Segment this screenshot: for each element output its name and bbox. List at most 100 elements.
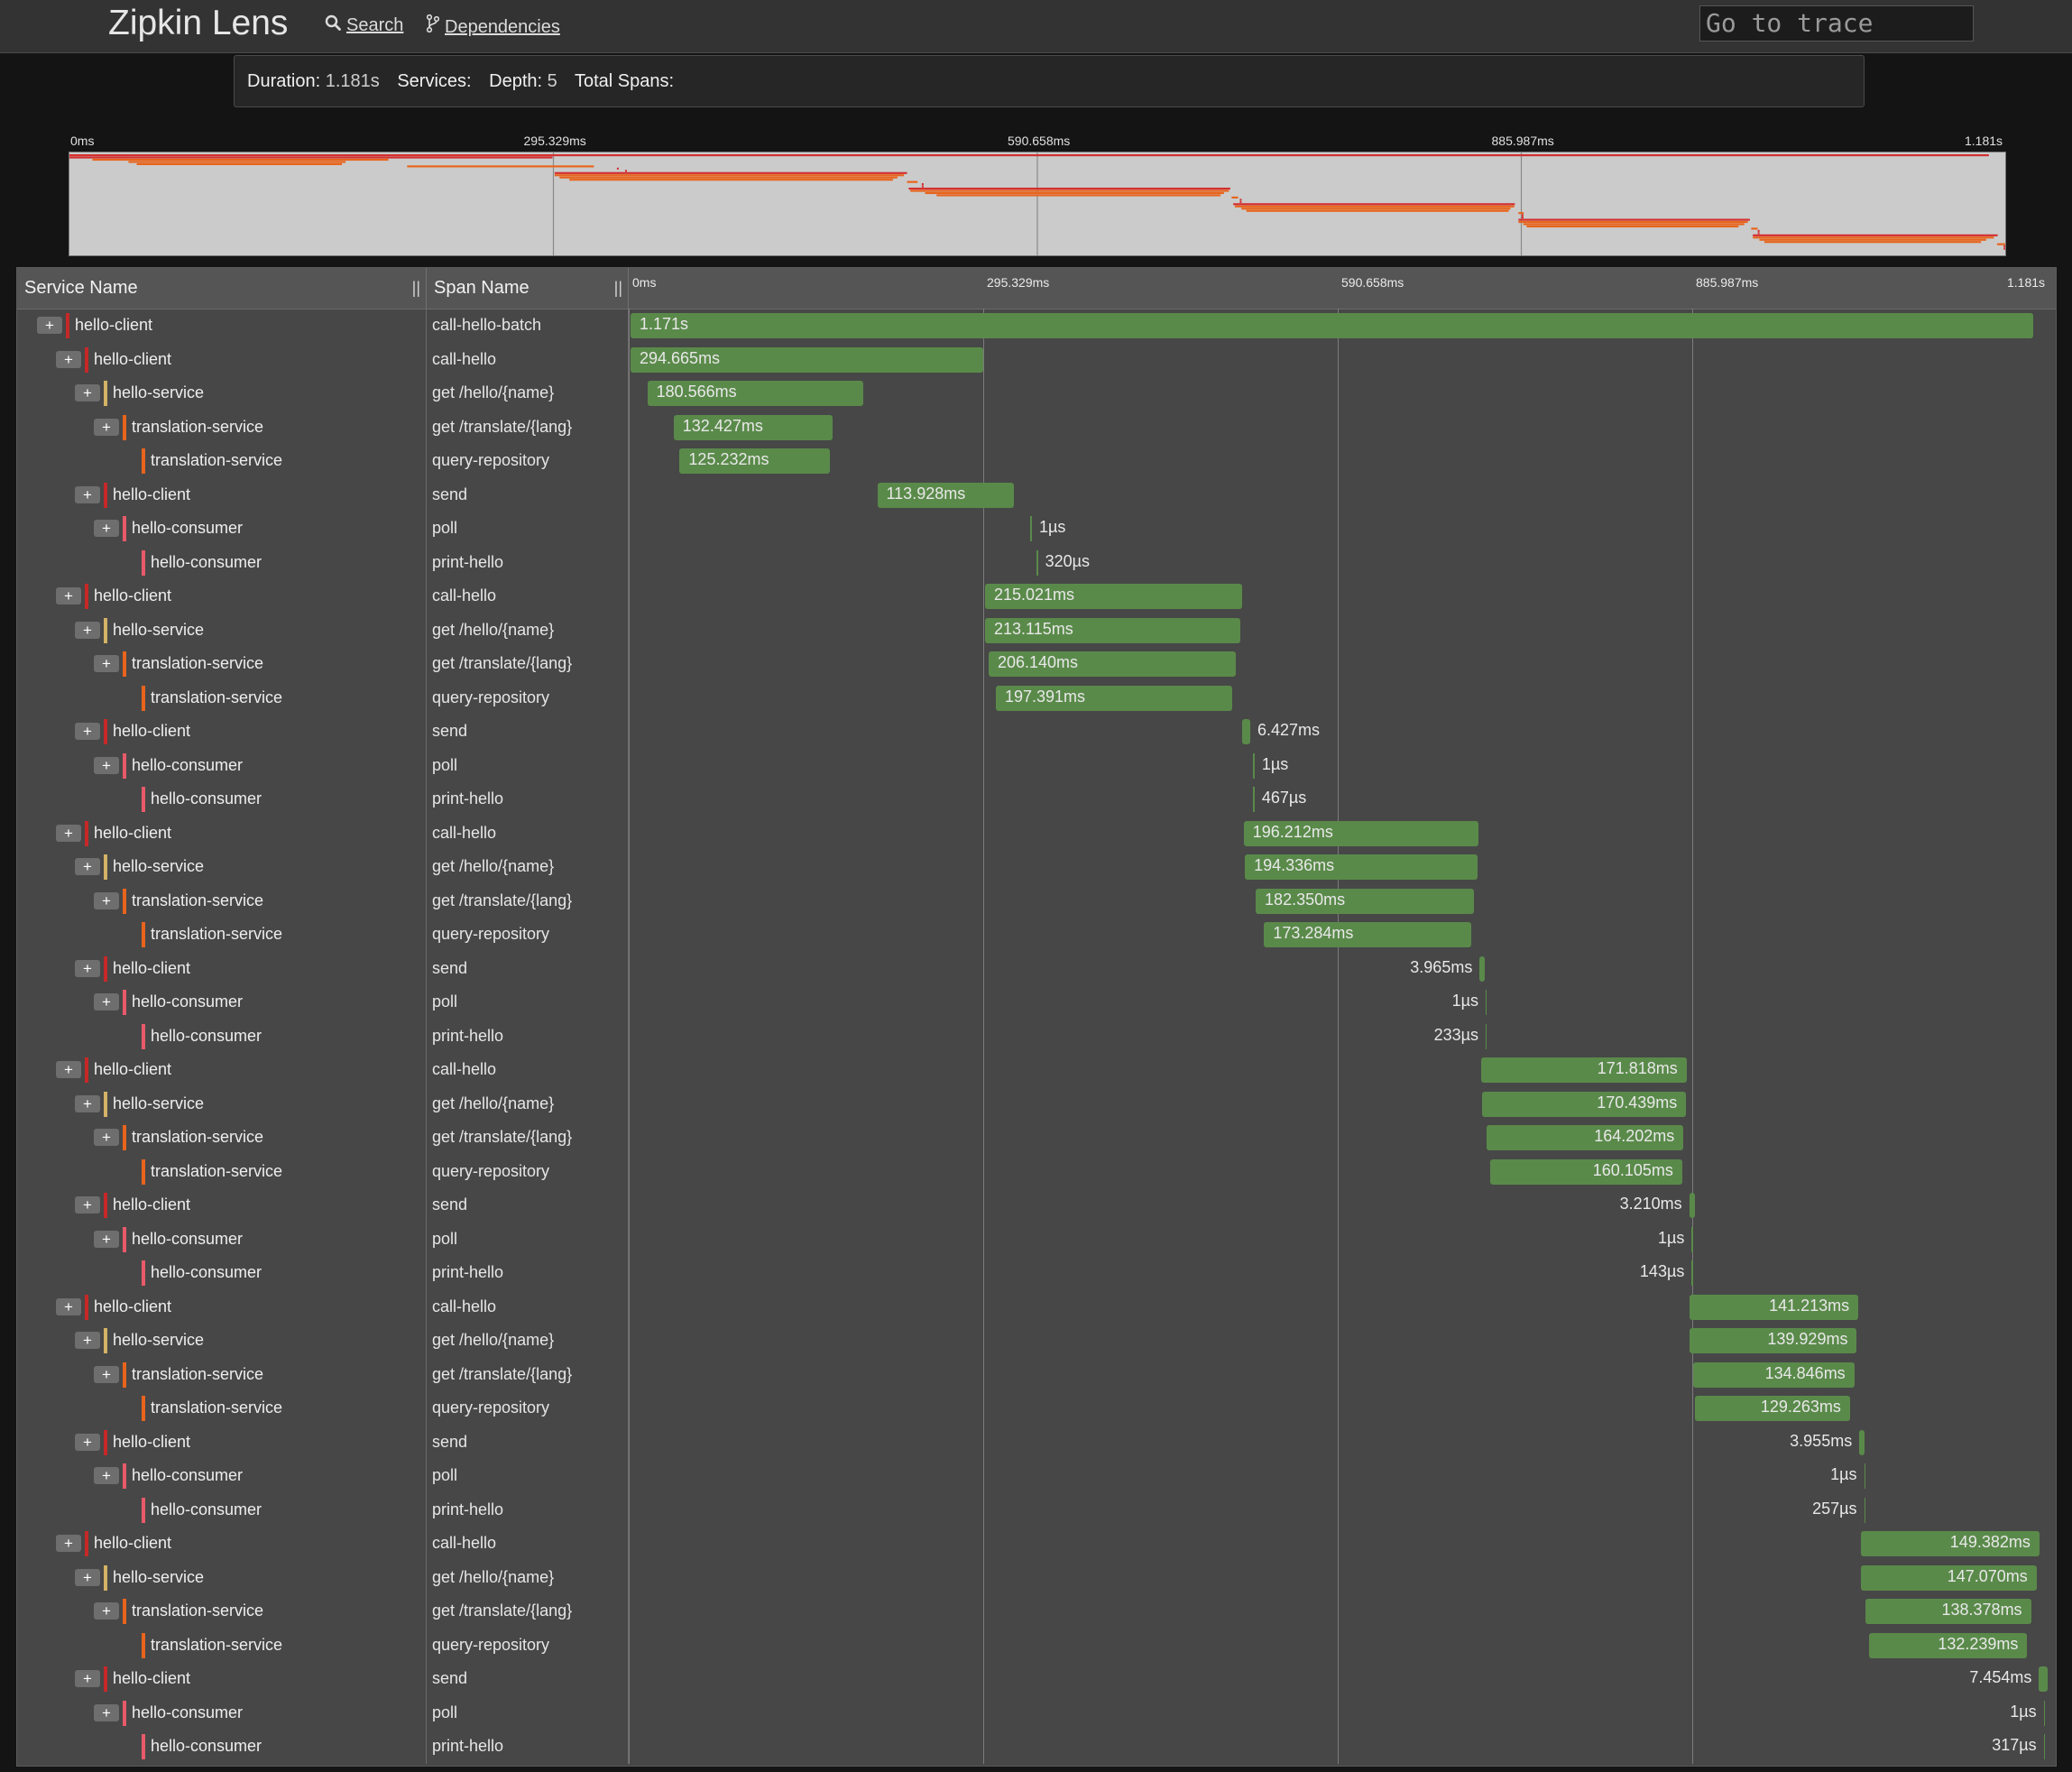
expand-toggle-button[interactable]: +: [75, 621, 100, 639]
span-duration-bar[interactable]: [1859, 1429, 1865, 1455]
expand-toggle-button[interactable]: +: [75, 1094, 100, 1112]
expand-toggle-button[interactable]: +: [94, 655, 119, 672]
brand-logo[interactable]: Zipkin Lens: [108, 4, 288, 43]
expand-toggle-button[interactable]: +: [75, 1670, 100, 1687]
span-row[interactable]: translation-service query-repository 197.3…: [17, 680, 2056, 715]
expand-toggle-button[interactable]: +: [75, 1568, 100, 1586]
span-row[interactable]: hello-consumer print-hello 317µs: [17, 1730, 2056, 1764]
span-row[interactable]: + hello-client call-hello-batch 1.171s: [17, 309, 2056, 343]
expand-toggle-button[interactable]: +: [94, 1467, 119, 1484]
expand-toggle-button[interactable]: +: [94, 1365, 119, 1383]
duration-label: Duration:: [247, 71, 321, 91]
span-duration-bar[interactable]: [1864, 1497, 1866, 1523]
span-duration-bar[interactable]: [1485, 1023, 1487, 1049]
span-row[interactable]: + translation-service get /translate/{lang…: [17, 1594, 2056, 1629]
expand-toggle-button[interactable]: +: [56, 1061, 81, 1078]
expand-toggle-button[interactable]: +: [37, 317, 62, 334]
span-duration-bar[interactable]: [1689, 1193, 1695, 1218]
expand-toggle-button[interactable]: +: [56, 587, 81, 605]
span-row[interactable]: hello-consumer print-hello 320µs: [17, 545, 2056, 579]
span-duration-bar[interactable]: [1253, 787, 1255, 812]
dependencies-nav-link[interactable]: Dependencies: [426, 14, 560, 38]
span-row[interactable]: translation-service query-repository 125.2…: [17, 444, 2056, 478]
span-row[interactable]: + hello-client send 3.210ms: [17, 1188, 2056, 1223]
span-row[interactable]: translation-service query-repository 129.2…: [17, 1391, 2056, 1426]
span-duration-bar[interactable]: [1864, 1463, 1866, 1489]
expand-toggle-button[interactable]: +: [75, 723, 100, 740]
span-row[interactable]: + hello-client call-hello 149.382ms: [17, 1527, 2056, 1561]
span-row[interactable]: + hello-client send 113.928ms: [17, 477, 2056, 512]
expand-toggle-button[interactable]: +: [94, 1129, 119, 1146]
expand-toggle-button[interactable]: +: [56, 1297, 81, 1315]
expand-toggle-button[interactable]: +: [75, 1196, 100, 1214]
expand-toggle-button[interactable]: +: [94, 520, 119, 537]
expand-toggle-button[interactable]: +: [94, 993, 119, 1011]
span-row[interactable]: + translation-service get /translate/{lang…: [17, 1121, 2056, 1155]
expand-toggle-button[interactable]: +: [75, 485, 100, 503]
span-row[interactable]: hello-consumer print-hello 467µs: [17, 782, 2056, 817]
expand-toggle-button[interactable]: +: [94, 756, 119, 774]
span-row[interactable]: + hello-service get /hello/{name} 194.336ms: [17, 850, 2056, 884]
span-row[interactable]: + hello-service get /hello/{name} 170.439ms: [17, 1086, 2056, 1121]
span-row[interactable]: + translation-service get /translate/{lang…: [17, 883, 2056, 918]
span-row[interactable]: hello-consumer print-hello 233µs: [17, 1019, 2056, 1053]
span-row[interactable]: translation-service query-repository 173.2…: [17, 918, 2056, 952]
span-row[interactable]: hello-consumer print-hello 143µs: [17, 1256, 2056, 1290]
span-duration-bar[interactable]: [1036, 549, 1038, 576]
span-row[interactable]: + hello-client call-hello 141.213ms: [17, 1289, 2056, 1324]
span-row[interactable]: + hello-service get /hello/{name} 139.929ms: [17, 1324, 2056, 1358]
span-duration-bar[interactable]: [1253, 752, 1255, 779]
span-row[interactable]: + translation-service get /translate/{lang…: [17, 410, 2056, 444]
span-duration-bar[interactable]: [1691, 1226, 1693, 1252]
span-row[interactable]: + hello-client send 7.454ms: [17, 1662, 2056, 1696]
expand-toggle-button[interactable]: +: [94, 1703, 119, 1721]
span-row[interactable]: + hello-client send 3.965ms: [17, 951, 2056, 985]
expand-toggle-button[interactable]: +: [94, 891, 119, 909]
span-row[interactable]: + hello-client send 3.955ms: [17, 1425, 2056, 1459]
expand-toggle-button[interactable]: +: [75, 1332, 100, 1349]
span-row[interactable]: + hello-consumer poll 1µs: [17, 748, 2056, 782]
span-row[interactable]: + hello-client call-hello 294.665ms: [17, 342, 2056, 376]
span-row[interactable]: + hello-client call-hello 196.212ms: [17, 816, 2056, 850]
span-row[interactable]: + hello-client call-hello 215.021ms: [17, 579, 2056, 614]
expand-toggle-button[interactable]: +: [75, 1433, 100, 1451]
span-row[interactable]: + hello-consumer poll 1µs: [17, 985, 2056, 1020]
span-duration-bar[interactable]: [1691, 1260, 1693, 1286]
span-row[interactable]: + hello-service get /hello/{name} 147.070ms: [17, 1560, 2056, 1594]
service-column-resizer[interactable]: ||: [412, 268, 420, 309]
span-row[interactable]: translation-service query-repository 160.1…: [17, 1154, 2056, 1188]
span-row[interactable]: + hello-client call-hello 171.818ms: [17, 1053, 2056, 1087]
expand-toggle-button[interactable]: +: [94, 418, 119, 436]
span-row[interactable]: + hello-client send 6.427ms: [17, 715, 2056, 749]
span-duration-bar[interactable]: [1030, 516, 1032, 541]
span-column-resizer[interactable]: ||: [614, 268, 622, 309]
span-row[interactable]: + hello-consumer poll 1µs: [17, 1695, 2056, 1730]
expand-toggle-button[interactable]: +: [56, 1535, 81, 1552]
span-duration-bar[interactable]: [2043, 1734, 2046, 1759]
go-to-trace-input[interactable]: Go to trace: [1699, 5, 1974, 42]
span-row[interactable]: hello-consumer print-hello 257µs: [17, 1492, 2056, 1527]
span-row[interactable]: + hello-consumer poll 1µs: [17, 512, 2056, 546]
span-row[interactable]: + hello-consumer poll 1µs: [17, 1459, 2056, 1493]
span-row[interactable]: translation-service query-repository 132.2…: [17, 1628, 2056, 1662]
span-duration-bar[interactable]: [631, 313, 2033, 338]
span-row[interactable]: + hello-consumer poll 1µs: [17, 1222, 2056, 1256]
span-duration-bar[interactable]: [1485, 990, 1487, 1015]
expand-toggle-button[interactable]: +: [56, 350, 81, 368]
expand-toggle-button[interactable]: +: [94, 1602, 119, 1620]
trace-minimap[interactable]: [69, 152, 2006, 256]
expand-toggle-button[interactable]: +: [75, 858, 100, 875]
span-duration-bar[interactable]: [2043, 1700, 2046, 1726]
expand-toggle-button[interactable]: +: [56, 824, 81, 842]
span-row[interactable]: + translation-service get /translate/{lang…: [17, 647, 2056, 681]
expand-toggle-button[interactable]: +: [75, 959, 100, 977]
span-duration-bar[interactable]: [2039, 1666, 2049, 1692]
span-row[interactable]: + translation-service get /translate/{lang…: [17, 1357, 2056, 1391]
span-row[interactable]: + hello-service get /hello/{name} 213.115ms: [17, 613, 2056, 647]
span-duration-bar[interactable]: [1479, 955, 1486, 982]
span-duration-bar[interactable]: [1242, 719, 1250, 744]
search-nav-link[interactable]: Search: [325, 14, 403, 36]
span-row[interactable]: + hello-service get /hello/{name} 180.566ms: [17, 376, 2056, 411]
expand-toggle-button[interactable]: +: [94, 1230, 119, 1248]
expand-toggle-button[interactable]: +: [75, 384, 100, 401]
